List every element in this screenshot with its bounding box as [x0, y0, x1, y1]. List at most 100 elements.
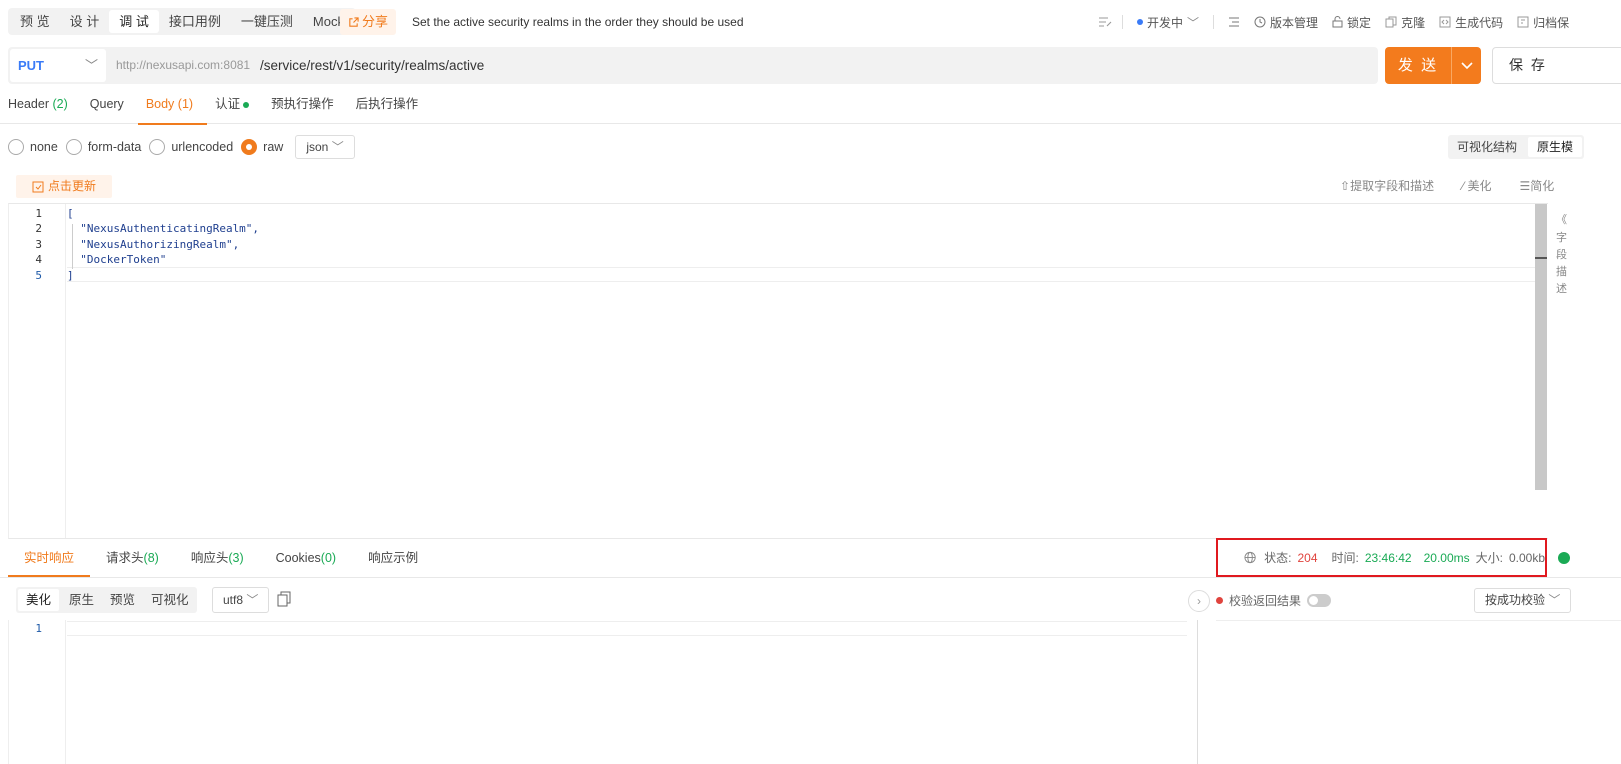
tab-preview[interactable]: 预 览	[10, 10, 60, 33]
send-options-button[interactable]	[1451, 47, 1481, 84]
tab-debug[interactable]: 调 试	[109, 10, 159, 33]
lock-label: 锁定	[1347, 15, 1372, 30]
env-label: 开发中	[1147, 15, 1184, 30]
response-status-bar: 状态: 204 时间: 23:46:42 20.00ms 大小: 0.00kb	[1216, 538, 1547, 577]
description-field[interactable]: Set the active security realms in the or…	[404, 9, 1112, 35]
tab-design[interactable]: 设 计	[60, 10, 110, 33]
clone-button[interactable]: 克隆	[1385, 14, 1425, 31]
tab-request-headers[interactable]: 请求头(8)	[90, 540, 175, 577]
host-prefix: http://nexusapi.com:8081	[116, 58, 251, 72]
code-line: "DockerToken"	[67, 253, 167, 266]
tab-test-cases[interactable]: 接口用例	[159, 10, 231, 33]
tab-count: (2)	[52, 97, 68, 111]
share-button[interactable]: 分享	[340, 9, 397, 35]
validate-label: 校验返回结果	[1229, 593, 1302, 608]
extract-fields-button[interactable]: ⇧提取字段和描述	[1340, 175, 1434, 198]
time-value: 23:46:42	[1364, 550, 1412, 565]
vertical-scrollbar[interactable]	[1535, 204, 1547, 490]
tab-load-test[interactable]: 一键压测	[231, 10, 303, 33]
body-editor[interactable]: 1 2 3 4 5 [ "NexusAuthenticatingRealm", …	[8, 203, 1548, 539]
copy-icon[interactable]	[277, 591, 291, 607]
request-tabs: Header (2) Query Body (1) 认证 预执行操作 后执行操作	[0, 93, 1621, 125]
share-label: 分享	[362, 14, 389, 29]
response-editor[interactable]: 1	[8, 620, 1198, 764]
tab-response-headers[interactable]: 响应头(3)	[175, 540, 260, 577]
divider	[1216, 620, 1621, 621]
tab-label: 预执行操作	[271, 97, 334, 111]
env-status-dot	[1137, 19, 1143, 25]
line-number: 2	[35, 222, 42, 235]
beautify-button[interactable]: ⁄ 美化	[1462, 175, 1491, 198]
lock-icon	[1332, 16, 1343, 28]
tab-query[interactable]: Query	[82, 93, 138, 124]
required-dot	[1216, 596, 1223, 604]
list-icon	[1229, 17, 1240, 27]
code-icon	[1439, 16, 1451, 28]
view-raw[interactable]: 原生模	[1528, 137, 1583, 157]
method-select[interactable]: PUT ﹀	[10, 49, 106, 82]
scrollbar-marker	[1535, 257, 1547, 259]
archive-icon	[1517, 16, 1529, 28]
gencode-label: 生成代码	[1455, 15, 1504, 30]
view-visual[interactable]: 可视化结构	[1448, 135, 1526, 159]
resp-view-visual[interactable]: 可视化	[143, 587, 197, 613]
save-button[interactable]: 保 存	[1492, 47, 1621, 84]
tab-cookies[interactable]: Cookies(0)	[260, 540, 352, 577]
env-select[interactable]: 开发中 ﹀	[1137, 14, 1199, 31]
chevron-down-icon: ﹀	[246, 593, 259, 607]
tab-auth[interactable]: 认证	[207, 93, 263, 124]
chevron-down-icon: ﹀	[1187, 15, 1200, 30]
status-code: 204	[1297, 550, 1318, 565]
update-button[interactable]: 点击更新	[16, 175, 113, 198]
tab-label: Query	[89, 97, 124, 111]
divider	[1122, 15, 1123, 29]
tab-label: 实时响应	[24, 551, 75, 565]
radio-form-data[interactable]: form-data	[65, 139, 141, 155]
radio-none[interactable]: none	[8, 139, 58, 155]
gencode-button[interactable]: 生成代码	[1439, 14, 1503, 31]
body-type-group: none form-data urlencoded raw json ﹀	[8, 135, 355, 159]
tab-header[interactable]: Header (2)	[0, 93, 82, 124]
tab-label: 请求头	[106, 551, 144, 565]
chevron-down-icon: ﹀	[331, 140, 344, 154]
radio-raw[interactable]: raw	[241, 139, 283, 155]
chevron-right-icon[interactable]: ›	[1188, 590, 1210, 612]
send-button[interactable]: 发 送	[1385, 47, 1481, 84]
radio-urlencoded[interactable]: urlencoded	[149, 139, 233, 155]
tab-body[interactable]: Body (1)	[137, 93, 208, 125]
tab-post-script[interactable]: 后执行操作	[348, 93, 433, 124]
resp-view-raw[interactable]: 原生	[61, 587, 102, 613]
simplify-button[interactable]: ☰简化	[1519, 175, 1554, 198]
archive-button[interactable]: 归档保	[1517, 14, 1569, 31]
tab-label: Cookies	[275, 551, 321, 565]
code-line: [	[67, 207, 74, 220]
status-ok-icon	[1558, 552, 1570, 564]
validate-mode-label: 按成功校验	[1485, 593, 1546, 607]
tab-pre-script[interactable]: 预执行操作	[263, 93, 348, 124]
tab-label: Header	[8, 97, 49, 111]
share-icon	[349, 16, 359, 27]
resp-view-preview[interactable]: 预览	[102, 587, 143, 613]
format-select[interactable]: json ﹀	[295, 135, 355, 159]
outline-button[interactable]	[1228, 16, 1240, 28]
tab-response-example[interactable]: 响应示例	[352, 540, 434, 577]
edit-icon[interactable]	[1098, 16, 1112, 28]
field-desc-panel-toggle[interactable]: 《 字 段 描 述	[1556, 210, 1621, 310]
beautify-label: 美化	[1467, 179, 1492, 193]
line-number: 1	[35, 622, 42, 635]
validate-mode-select[interactable]: 按成功校验 ﹀	[1474, 588, 1572, 613]
simplify-label: 简化	[1530, 179, 1555, 193]
tab-count: (3)	[228, 551, 244, 565]
update-label: 点击更新	[48, 179, 97, 193]
code-line: "NexusAuthenticatingRealm",	[67, 222, 260, 235]
line-number: 5	[35, 269, 42, 282]
lock-button[interactable]: 锁定	[1332, 14, 1371, 31]
clock-icon	[1254, 16, 1266, 28]
mode-tabs: 预 览 设 计 调 试 接口用例 一键压测 Mock	[8, 8, 356, 35]
resp-view-beautify[interactable]: 美化	[18, 589, 60, 611]
validate-switch[interactable]	[1307, 593, 1332, 607]
encoding-select[interactable]: utf8 ﹀	[212, 587, 270, 613]
tab-live-response[interactable]: 实时响应	[8, 540, 91, 577]
url-path-input[interactable]: /service/rest/v1/security/realms/active	[260, 47, 484, 84]
version-button[interactable]: 版本管理	[1254, 14, 1318, 31]
